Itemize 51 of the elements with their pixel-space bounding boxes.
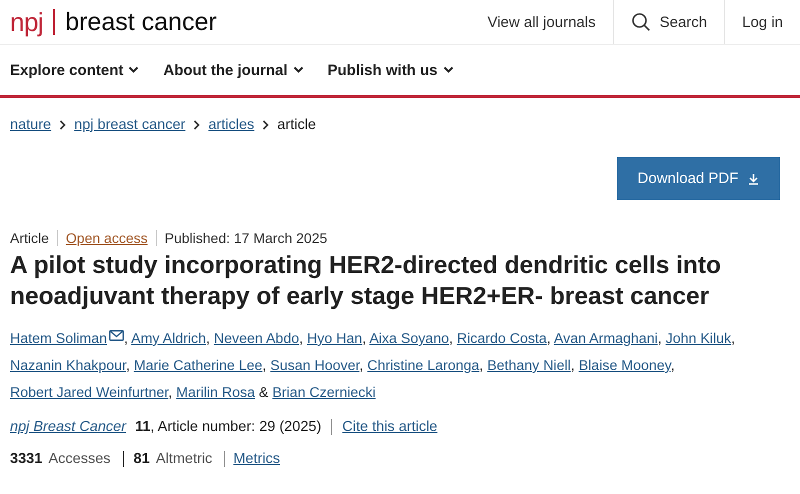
journal-link[interactable]: npj Breast Cancer (10, 419, 126, 435)
cite-link[interactable]: Cite this article (331, 419, 438, 435)
download-pdf-button[interactable]: Download PDF (617, 157, 780, 200)
nav-menu-button[interactable]: About the journal (163, 62, 304, 78)
author-link[interactable]: Blaise Mooney (578, 358, 671, 374)
breadcrumb-link[interactable]: articles (208, 117, 254, 133)
article-number: , Article number: 29 (2025) (150, 419, 322, 435)
metric-count: 3331 Accesses (10, 451, 112, 467)
author-link[interactable]: Robert Jared Weinfurtner (10, 385, 168, 401)
article-meta: Article (10, 230, 50, 246)
chevron-right-icon (59, 120, 66, 130)
logo[interactable]: npj (10, 6, 44, 38)
author-link[interactable]: Marie Catherine Lee (134, 358, 262, 374)
email-icon[interactable] (109, 330, 124, 341)
header-link[interactable]: Log in (724, 0, 800, 44)
author-link[interactable]: Hyo Han (307, 331, 362, 347)
search-icon (630, 12, 651, 32)
author-link[interactable]: Ricardo Costa (456, 331, 547, 347)
author-link[interactable]: Hatem Soliman (10, 331, 124, 347)
author-link[interactable]: Christine Laronga (367, 358, 480, 374)
chevron-icon (128, 66, 140, 74)
nav-menu-button[interactable]: Publish with us (328, 62, 454, 78)
breadcrumb-link[interactable]: nature (10, 117, 52, 133)
journal-name[interactable]: breast cancer (65, 8, 217, 36)
author-link[interactable]: Amy Aldrich (131, 331, 206, 347)
author-link[interactable]: John Kiluk (666, 331, 732, 347)
open-access-link[interactable]: Open access (56, 230, 156, 246)
article-meta: Published: 17 March 2025 (156, 230, 336, 246)
chevron-icon (292, 66, 304, 74)
breadcrumb-link[interactable]: npj breast cancer (74, 117, 186, 133)
author-link[interactable]: Brian Czerniecki (272, 385, 376, 401)
author-link[interactable]: Bethany Niell (487, 358, 571, 374)
author-link[interactable]: Nazanin Khakpour (10, 358, 126, 374)
page-label: article (277, 117, 316, 133)
article-title: A pilot study incorporating HER2-directed dendritic cells into neoadjuvant therapy of early stage HER2+ER- breast cancer (10, 251, 722, 312)
chevron-icon (442, 66, 454, 74)
download-icon (748, 172, 760, 184)
search-link[interactable]: Search (612, 0, 724, 44)
chevron-right-icon (262, 120, 270, 130)
author-link[interactable]: Avan Armaghani (554, 331, 658, 347)
author-link[interactable]: Marilin Rosa (176, 385, 255, 401)
nav-menu-button[interactable]: Explore content (10, 62, 140, 78)
author-link[interactable]: Aixa Soyano (369, 331, 449, 347)
chevron-right-icon (193, 120, 200, 130)
metric-count: 81 Altmetric (122, 451, 224, 467)
author-link[interactable]: Neveen Abdo (214, 331, 300, 347)
volume-number: 11 (135, 419, 150, 435)
author-link[interactable]: Susan Hoover (270, 358, 360, 374)
header-link[interactable]: View all journals (470, 0, 613, 44)
metrics-link[interactable]: Metrics (224, 451, 280, 467)
author-list: Hatem Soliman , Amy Aldrich, Neveen Abdo, Hyo Han, Aixa Soyano, Ricardo Costa, Avan Armaghani, John Kiluk, Nazanin Khakpour, Marie Catherine Lee, Susan Hoover, Christine Laronga, Bethany Niell, Blaise Mooney, Robert Jared Weinfurtner, Marilin Rosa & Brian Czerniecki (10, 326, 790, 407)
